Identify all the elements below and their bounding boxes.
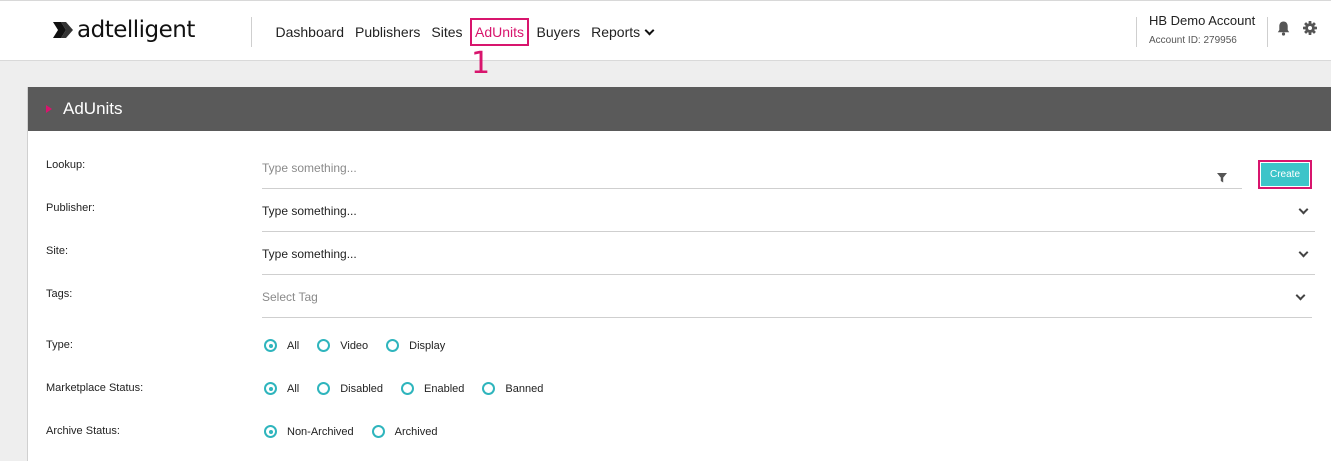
type-radio-group: All Video Display xyxy=(264,339,463,352)
adunits-panel: AdUnits Lookup: Type something... Publis… xyxy=(27,87,1331,461)
radio-selected-icon xyxy=(264,339,277,352)
radio-icon xyxy=(371,425,385,438)
publisher-row: Publisher: Type something... xyxy=(28,188,1331,232)
radio-icon xyxy=(401,382,415,395)
lookup-label: Lookup: xyxy=(46,159,86,171)
logo-mark-icon xyxy=(53,22,73,38)
annotation-step-1: 1 xyxy=(471,46,491,81)
nav-sites[interactable]: Sites xyxy=(426,18,468,46)
site-value: Type something... xyxy=(262,247,357,261)
archive-radio-archived[interactable]: Archived xyxy=(371,425,438,438)
radio-label: Enabled xyxy=(424,382,465,395)
tags-row: Tags: Select Tag xyxy=(28,274,1331,318)
radio-selected-icon xyxy=(264,382,277,395)
nav-dashboard[interactable]: Dashboard xyxy=(270,18,350,46)
chevron-down-icon xyxy=(644,25,655,36)
marketplace-radio-group: All Disabled Enabled Banned xyxy=(264,382,561,395)
panel-header: AdUnits xyxy=(28,87,1331,131)
site-row: Site: Type something... xyxy=(28,231,1331,275)
radio-label: Non-Archived xyxy=(287,425,354,438)
logo-text: adtelligent xyxy=(77,17,195,43)
radio-selected-icon xyxy=(264,425,277,438)
publisher-select[interactable]: Type something... xyxy=(262,188,1315,232)
app-logo[interactable]: adtelligent xyxy=(52,15,195,45)
radio-label: Display xyxy=(409,339,446,352)
nav-reports-label: Reports xyxy=(591,24,641,40)
marketplace-radio-banned[interactable]: Banned xyxy=(482,382,543,395)
site-select[interactable]: Type something... xyxy=(262,231,1315,275)
archive-label: Archive Status: xyxy=(46,425,120,437)
expand-triangle-icon[interactable] xyxy=(46,105,52,113)
top-navbar: adtelligent Dashboard Publishers Sites A… xyxy=(0,0,1331,61)
tags-label: Tags: xyxy=(46,288,73,300)
radio-label: Disabled xyxy=(340,382,384,395)
type-radio-video[interactable]: Video xyxy=(317,339,368,352)
account-name: HB Demo Account xyxy=(1149,13,1256,28)
chevron-down-icon xyxy=(1298,204,1309,215)
chevron-down-icon xyxy=(1298,247,1309,258)
radio-icon xyxy=(482,382,496,395)
lookup-placeholder: Type something... xyxy=(262,161,357,175)
tags-placeholder: Select Tag xyxy=(262,290,318,304)
type-radio-display[interactable]: Display xyxy=(386,339,445,352)
marketplace-radio-all[interactable]: All xyxy=(264,382,299,395)
create-button-label: Create xyxy=(1261,163,1309,186)
tags-select[interactable]: Select Tag xyxy=(262,274,1312,318)
chevron-down-icon xyxy=(1295,290,1306,301)
radio-icon xyxy=(317,382,331,395)
archive-radio-non-archived[interactable]: Non-Archived xyxy=(264,425,354,438)
site-label: Site: xyxy=(46,245,69,257)
page-title: AdUnits xyxy=(63,99,123,118)
type-row: Type: All Video Display xyxy=(28,326,1331,369)
radio-label: All xyxy=(287,339,300,352)
nav-reports[interactable]: Reports xyxy=(586,18,659,46)
radio-label: Banned xyxy=(505,382,544,395)
marketplace-radio-enabled[interactable]: Enabled xyxy=(401,382,464,395)
lookup-input[interactable]: Type something... xyxy=(262,145,1242,189)
archive-radio-group: Non-Archived Archived xyxy=(264,425,455,438)
bell-icon[interactable] xyxy=(1277,21,1290,41)
publisher-value: Type something... xyxy=(262,204,357,218)
nav-publishers[interactable]: Publishers xyxy=(350,18,426,46)
marketplace-label: Marketplace Status: xyxy=(46,382,144,394)
filter-icon[interactable] xyxy=(1217,170,1227,188)
divider xyxy=(1267,17,1268,47)
radio-icon xyxy=(317,339,331,352)
gear-icon[interactable] xyxy=(1303,21,1317,40)
radio-icon xyxy=(386,339,400,352)
divider xyxy=(251,17,252,47)
radio-label: Video xyxy=(340,339,369,352)
radio-label: All xyxy=(287,382,300,395)
nav-buyers[interactable]: Buyers xyxy=(531,18,586,46)
main-nav: Dashboard Publishers Sites AdUnits Buyer… xyxy=(270,18,659,46)
account-id: Account ID: 279956 xyxy=(1149,35,1237,46)
create-button[interactable]: Create xyxy=(1258,160,1312,189)
account-info[interactable]: HB Demo Account Account ID: 279956 xyxy=(1149,12,1255,46)
nav-adunits[interactable]: AdUnits xyxy=(470,18,530,46)
type-radio-all[interactable]: All xyxy=(264,339,299,352)
marketplace-row: Marketplace Status: All Disabled Enabled… xyxy=(28,369,1331,412)
lookup-row: Lookup: Type something... xyxy=(28,145,1331,189)
radio-label: Archived xyxy=(394,425,438,438)
type-label: Type: xyxy=(46,339,73,351)
archive-row: Archive Status: Non-Archived Archived xyxy=(28,412,1331,455)
publisher-label: Publisher: xyxy=(46,202,95,214)
marketplace-radio-disabled[interactable]: Disabled xyxy=(317,382,383,395)
divider xyxy=(1136,17,1137,47)
